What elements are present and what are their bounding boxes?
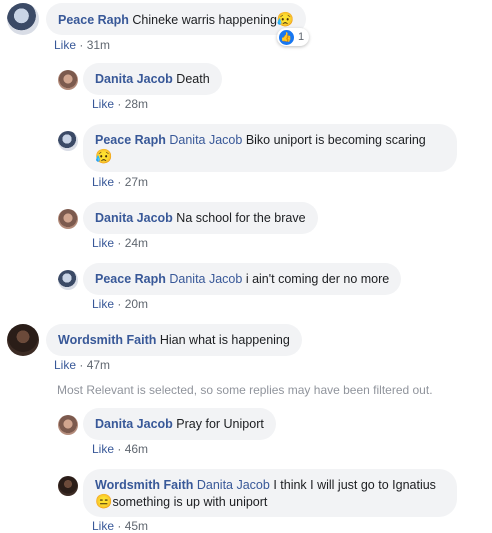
comment-meta-2: Like · 28m: [92, 97, 149, 111]
commenter-name[interactable]: Wordsmith Faith: [95, 478, 193, 492]
comment-text: Biko uniport is becoming scaring: [245, 133, 426, 147]
comment-meta-4: Like · 24m: [92, 236, 149, 250]
comment-text: Na school for the brave: [176, 211, 306, 225]
expressionless-emoji-icon: 😑: [95, 493, 113, 509]
comment-meta-3: Like · 27m: [92, 175, 149, 189]
like-link[interactable]: Like: [92, 175, 114, 189]
thumbs-up-icon: 👍: [279, 29, 294, 45]
commenter-name[interactable]: Peace Raph: [95, 133, 166, 147]
reply-bubble-7: Danita Jacob Pray for Uniport: [83, 408, 276, 440]
comment-text: Hian what is happening: [159, 333, 290, 347]
comment-bubble-6: Wordsmith Faith Hian what is happening: [46, 324, 302, 356]
comment-meta-1: Like · 31m: [54, 38, 111, 52]
timestamp[interactable]: 28m: [125, 97, 148, 111]
avatar-peace-raph[interactable]: [58, 131, 78, 151]
reply-bubble-8: Wordsmith Faith Danita Jacob I think I w…: [83, 469, 457, 517]
avatar-peace-raph[interactable]: [58, 270, 78, 290]
like-link[interactable]: Like: [92, 442, 114, 456]
timestamp[interactable]: 46m: [125, 442, 148, 456]
tagged-user[interactable]: Danita Jacob: [169, 133, 242, 147]
comment-meta-6: Like · 47m: [54, 358, 111, 372]
comment-text: Ignatius: [392, 478, 436, 492]
comment-text: i ain't coming der no more: [245, 272, 390, 286]
comment-text: I think I will just go to: [273, 478, 389, 492]
commenter-name[interactable]: Peace Raph: [58, 13, 129, 27]
timestamp[interactable]: 24m: [125, 236, 148, 250]
commenter-name[interactable]: Danita Jacob: [95, 72, 173, 86]
tagged-user[interactable]: Danita Jacob: [197, 478, 270, 492]
comment-meta-5: Like · 20m: [92, 297, 149, 311]
like-link[interactable]: Like: [92, 519, 114, 533]
timestamp[interactable]: 31m: [87, 38, 110, 52]
reply-bubble-4: Danita Jacob Na school for the brave: [83, 202, 318, 234]
timestamp[interactable]: 47m: [87, 358, 110, 372]
timestamp[interactable]: 20m: [125, 297, 148, 311]
reply-bubble-5: Peace Raph Danita Jacob i ain't coming d…: [83, 263, 402, 295]
sad-emoji-icon: 😥: [276, 11, 295, 27]
tagged-user[interactable]: Danita Jacob: [169, 272, 242, 286]
avatar-danita-jacob[interactable]: [58, 209, 78, 229]
comment-text: Pray for Uniport: [176, 417, 264, 431]
avatar-wordsmith-faith[interactable]: [58, 476, 78, 496]
avatar-danita-jacob[interactable]: [58, 415, 78, 435]
comment-text: Death: [176, 72, 210, 86]
filter-notice: Most Relevant is selected, so some repli…: [57, 383, 433, 397]
like-link[interactable]: Like: [92, 97, 114, 111]
comment-text: Chineke warris happening: [132, 13, 277, 27]
comment-meta-8: Like · 45m: [92, 519, 149, 533]
reply-bubble-3: Peace Raph Danita Jacob Biko uniport is …: [83, 124, 457, 172]
like-link[interactable]: Like: [54, 38, 76, 52]
commenter-name[interactable]: Danita Jacob: [95, 211, 173, 225]
comment-bubble-1: Peace Raph Chineke warris happening😥: [46, 3, 307, 35]
avatar-wordsmith-faith[interactable]: [7, 324, 39, 356]
reaction-count: 1: [298, 31, 305, 43]
commenter-name[interactable]: Danita Jacob: [95, 417, 173, 431]
commenter-name[interactable]: Peace Raph: [95, 272, 166, 286]
comment-text: something is up with uniport: [112, 495, 268, 509]
reaction-summary[interactable]: 👍 1: [277, 28, 310, 46]
avatar-peace-raph[interactable]: [7, 3, 39, 35]
comment-meta-7: Like · 46m: [92, 442, 149, 456]
reply-bubble-2: Danita Jacob Death: [83, 63, 222, 95]
sad-emoji-icon: 😥: [95, 148, 113, 164]
timestamp[interactable]: 27m: [125, 175, 148, 189]
like-link[interactable]: Like: [92, 297, 114, 311]
like-link[interactable]: Like: [54, 358, 76, 372]
like-link[interactable]: Like: [92, 236, 114, 250]
commenter-name[interactable]: Wordsmith Faith: [58, 333, 156, 347]
timestamp[interactable]: 45m: [125, 519, 148, 533]
avatar-danita-jacob[interactable]: [58, 70, 78, 90]
